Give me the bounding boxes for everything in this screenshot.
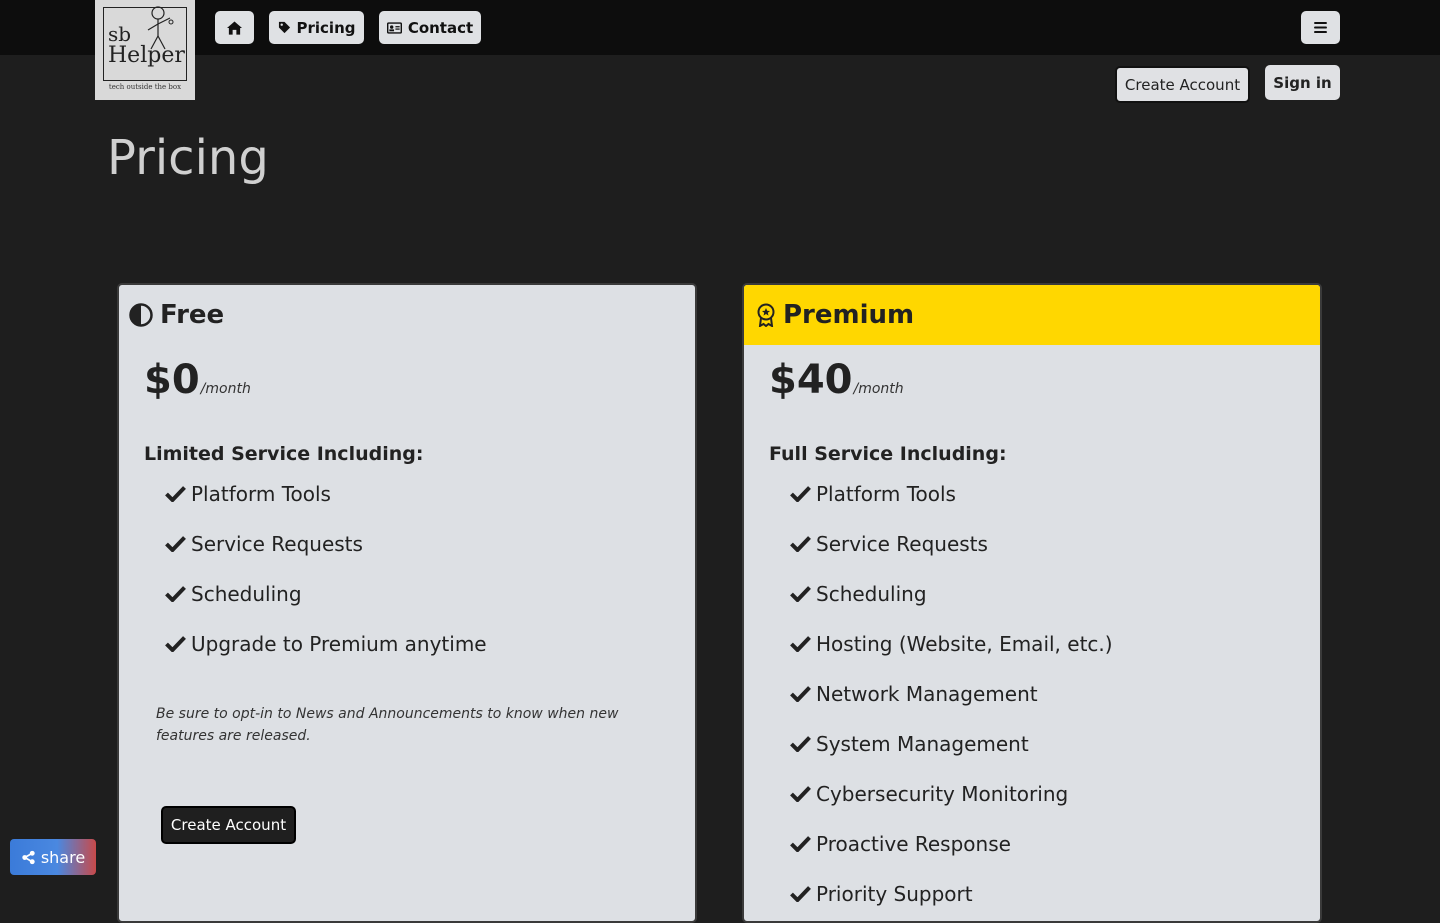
checkmark-icon: [165, 586, 186, 602]
feature-list: Platform Tools Service Requests Scheduli…: [790, 481, 1113, 921]
plan-card-free: Free $0 /month Limited Service Including…: [117, 283, 697, 923]
share-icon: [22, 850, 35, 864]
plan-card-premium: Premium $40 /month Full Service Includin…: [742, 283, 1322, 923]
opt-in-note: Be sure to opt-in to News and Announceme…: [156, 706, 619, 744]
feature-item: Hosting (Website, Email, etc.): [790, 631, 1113, 681]
checkmark-icon: [790, 486, 811, 502]
tag-icon: [278, 21, 290, 34]
feature-label: Hosting (Website, Email, etc.): [816, 632, 1113, 656]
share-button[interactable]: share: [10, 839, 96, 875]
feature-label: Priority Support: [816, 882, 973, 906]
stick-figure-icon: [147, 6, 174, 50]
checkmark-icon: [790, 836, 811, 852]
feature-item: Scheduling: [165, 581, 487, 631]
feature-label: Upgrade to Premium anytime: [191, 632, 487, 656]
plan-price: $0 /month: [144, 357, 251, 403]
site-logo[interactable]: sb Helper tech outside the box: [95, 0, 195, 100]
checkmark-icon: [790, 886, 811, 902]
plan-price: $40 /month: [769, 357, 904, 403]
price-unit: /month: [200, 381, 251, 397]
share-label: share: [40, 847, 86, 867]
feature-item: Proactive Response: [790, 831, 1113, 881]
price-amount: $40: [769, 357, 853, 403]
price-unit: /month: [853, 381, 904, 397]
checkmark-icon: [165, 486, 186, 502]
checkmark-icon: [790, 536, 811, 552]
plan-name: Free: [160, 300, 225, 330]
checkmark-icon: [165, 536, 186, 552]
plan-name: Premium: [783, 300, 915, 330]
page-title: Pricing: [107, 130, 269, 186]
feature-label: Scheduling: [191, 582, 302, 606]
home-icon: [227, 20, 242, 35]
feature-label: Proactive Response: [816, 832, 1011, 856]
feature-label: Cybersecurity Monitoring: [816, 782, 1069, 806]
price-amount: $0: [144, 357, 200, 403]
feature-label: System Management: [816, 732, 1029, 756]
award-ribbon-icon: [757, 303, 775, 327]
feature-list: Platform Tools Service Requests Scheduli…: [165, 481, 487, 681]
feature-item: Platform Tools: [165, 481, 487, 531]
plan-header: Premium: [744, 285, 1320, 345]
menu-button[interactable]: [1301, 11, 1340, 44]
feature-item: Upgrade to Premium anytime: [165, 631, 487, 681]
checkmark-icon: [790, 686, 811, 702]
nav-contact-button[interactable]: Contact: [379, 11, 481, 44]
feature-item: Priority Support: [790, 881, 1113, 921]
checkmark-icon: [790, 586, 811, 602]
feature-label: Scheduling: [816, 582, 927, 606]
hamburger-menu-icon: [1314, 22, 1327, 33]
sign-in-button[interactable]: Sign in: [1265, 65, 1340, 100]
logo-text-sb: sb: [108, 22, 132, 46]
checkmark-icon: [790, 736, 811, 752]
free-create-account-button[interactable]: Create Account: [161, 806, 296, 844]
feature-item: Scheduling: [790, 581, 1113, 631]
feature-label: Platform Tools: [191, 482, 331, 506]
home-button[interactable]: [215, 11, 254, 44]
feature-label: Service Requests: [816, 532, 988, 556]
included-heading: Limited Service Including:: [144, 443, 424, 465]
checkmark-icon: [790, 786, 811, 802]
checkmark-icon: [165, 636, 186, 652]
included-heading: Full Service Including:: [769, 443, 1007, 465]
feature-item: Cybersecurity Monitoring: [790, 781, 1113, 831]
feature-item: Service Requests: [165, 531, 487, 581]
feature-item: Service Requests: [790, 531, 1113, 581]
feature-label: Service Requests: [191, 532, 363, 556]
half-circle-icon: [129, 303, 153, 327]
contact-card-icon: [386, 21, 402, 34]
feature-item: Platform Tools: [790, 481, 1113, 531]
feature-label: Network Management: [816, 682, 1038, 706]
create-account-button[interactable]: Create Account: [1115, 66, 1250, 103]
nav-pricing-button[interactable]: Pricing: [269, 11, 364, 44]
nav-pricing-label: Pricing: [296, 18, 356, 37]
feature-item: Network Management: [790, 681, 1113, 731]
nav-contact-label: Contact: [407, 18, 474, 37]
feature-label: Platform Tools: [816, 482, 956, 506]
plan-header: Free: [119, 285, 695, 345]
checkmark-icon: [790, 636, 811, 652]
feature-item: System Management: [790, 731, 1113, 781]
logo-tagline: tech outside the box: [108, 83, 182, 91]
